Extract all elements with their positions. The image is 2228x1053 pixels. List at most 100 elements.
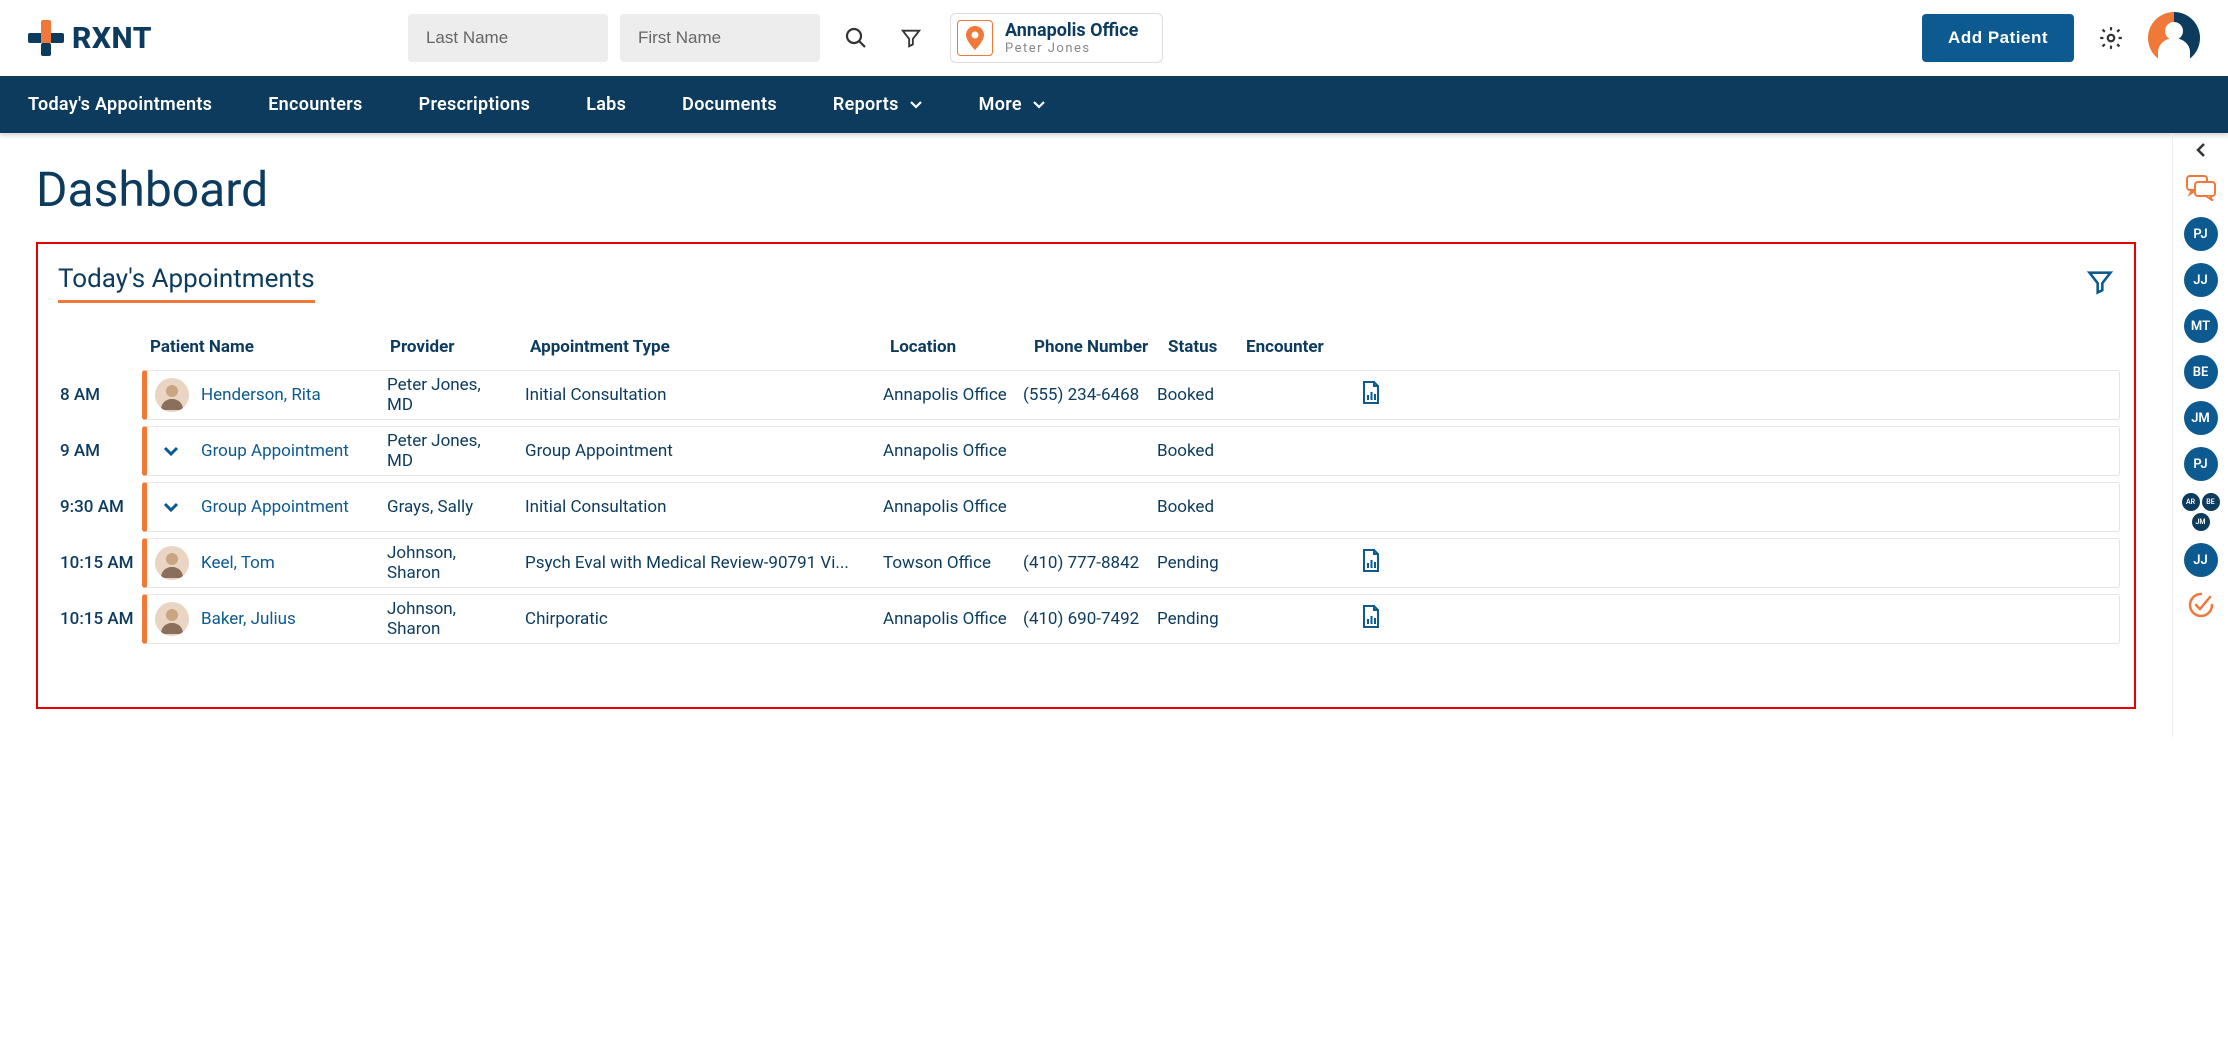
table-row: 9:30 AMGroup AppointmentGrays, SallyInit… bbox=[52, 479, 2120, 535]
gear-icon bbox=[2098, 25, 2124, 51]
first-name-input[interactable] bbox=[620, 14, 820, 62]
plus-icon bbox=[28, 20, 64, 56]
rail-check-button[interactable] bbox=[2187, 591, 2215, 623]
patient-link[interactable]: Henderson, Rita bbox=[201, 385, 321, 405]
encounter-button[interactable] bbox=[1361, 549, 1381, 573]
filter-icon bbox=[2086, 268, 2114, 296]
rail-user-badge[interactable]: JM bbox=[2184, 401, 2218, 435]
appointment-row[interactable]: Henderson, RitaPeter Jones, MDInitial Co… bbox=[142, 370, 2120, 420]
provider-cell: Peter Jones, MD bbox=[379, 431, 517, 471]
chat-icon bbox=[2186, 175, 2216, 201]
status-cell: Booked bbox=[1149, 385, 1227, 405]
location-cell: Towson Office bbox=[875, 553, 1015, 573]
chevron-down-icon bbox=[1032, 98, 1046, 112]
location-pin-box bbox=[957, 20, 993, 56]
status-cell: Pending bbox=[1149, 609, 1227, 629]
nav-labs[interactable]: Labs bbox=[586, 76, 626, 133]
nav-prescriptions[interactable]: Prescriptions bbox=[419, 76, 531, 133]
type-cell: Psych Eval with Medical Review-90791 Vi.… bbox=[517, 553, 875, 573]
rail-user-badge[interactable]: BE bbox=[2184, 355, 2218, 389]
col-provider: Provider bbox=[382, 327, 522, 367]
header-filter-button[interactable] bbox=[892, 19, 930, 57]
rail-mini-group: ARBE JM bbox=[2181, 493, 2221, 531]
patient-avatar bbox=[155, 602, 189, 636]
location-selector[interactable]: Annapolis Office Peter Jones bbox=[950, 13, 1163, 63]
settings-button[interactable] bbox=[2090, 17, 2132, 59]
panel-filter-button[interactable] bbox=[2086, 268, 2114, 299]
appointment-row[interactable]: Baker, JuliusJohnson, SharonChirporaticA… bbox=[142, 594, 2120, 644]
col-encounter: Encounter bbox=[1238, 327, 2120, 367]
chevron-down-icon bbox=[161, 497, 181, 517]
rail-mini-badge[interactable]: BE bbox=[2202, 493, 2220, 511]
rail-collapse-button[interactable] bbox=[2195, 141, 2207, 163]
chevron-left-icon bbox=[2195, 141, 2207, 159]
provider-cell: Grays, Sally bbox=[379, 497, 517, 517]
filter-icon bbox=[900, 27, 922, 49]
search-button[interactable] bbox=[836, 18, 876, 58]
patient-link[interactable]: Group Appointment bbox=[201, 497, 349, 517]
chevron-down-icon bbox=[161, 441, 181, 461]
type-cell: Chirporatic bbox=[517, 609, 875, 629]
rail-user-badge[interactable]: PJ bbox=[2184, 217, 2218, 251]
patient-avatar bbox=[155, 546, 189, 580]
expand-group-button[interactable] bbox=[161, 497, 181, 517]
col-phone: Phone Number bbox=[1026, 327, 1160, 367]
appointment-row[interactable]: Group AppointmentGrays, SallyInitial Con… bbox=[142, 482, 2120, 532]
type-cell: Initial Consultation bbox=[517, 385, 875, 405]
rail-user-badge[interactable]: JJ bbox=[2184, 543, 2218, 577]
rail-user-badge[interactable]: MT bbox=[2184, 309, 2218, 343]
nav-more[interactable]: More bbox=[979, 76, 1046, 133]
rail-user-badge[interactable]: JJ bbox=[2184, 263, 2218, 297]
add-patient-button[interactable]: Add Patient bbox=[1922, 14, 2074, 62]
table-row: 9 AMGroup AppointmentPeter Jones, MDGrou… bbox=[52, 423, 2120, 479]
patient-link[interactable]: Baker, Julius bbox=[201, 609, 296, 629]
last-name-input[interactable] bbox=[408, 14, 608, 62]
page-body: Dashboard Today's Appointments Patient N… bbox=[0, 133, 2228, 737]
nav-reports[interactable]: Reports bbox=[833, 76, 923, 133]
rail-user-badge[interactable]: PJ bbox=[2184, 447, 2218, 481]
chevron-down-icon bbox=[909, 98, 923, 112]
appointment-row[interactable]: Keel, Tom Johnson, SharonPsych Eval with … bbox=[142, 538, 2120, 588]
rail-mini-badge[interactable]: AR bbox=[2182, 493, 2200, 511]
document-icon bbox=[1361, 549, 1381, 573]
document-icon bbox=[1361, 381, 1381, 405]
check-circle-icon bbox=[2187, 591, 2215, 619]
encounter-button[interactable] bbox=[1361, 605, 1381, 629]
status-cell: Booked bbox=[1149, 441, 1227, 461]
header: RXNT Annapolis Office Peter Jones Add Pa… bbox=[0, 0, 2228, 76]
main-nav: Today's Appointments Encounters Prescrip… bbox=[0, 76, 2228, 133]
phone-cell: (410) 777-8842 bbox=[1015, 553, 1149, 573]
nav-more-label: More bbox=[979, 94, 1022, 115]
type-cell: Group Appointment bbox=[517, 441, 875, 461]
appointment-time: 10:15 AM bbox=[52, 591, 142, 647]
appointment-row[interactable]: Group AppointmentPeter Jones, MDGroup Ap… bbox=[142, 426, 2120, 476]
phone-cell: (410) 690-7492 bbox=[1015, 609, 1149, 629]
table-row: 10:15 AM Baker, Julius Johnson, SharonChir… bbox=[52, 591, 2120, 647]
panel-title: Today's Appointments bbox=[58, 264, 315, 303]
user-avatar[interactable] bbox=[2148, 12, 2200, 64]
status-cell: Booked bbox=[1149, 497, 1227, 517]
expand-group-button[interactable] bbox=[161, 441, 181, 461]
patient-link[interactable]: Keel, Tom bbox=[201, 553, 275, 573]
appointment-time: 9:30 AM bbox=[52, 479, 142, 535]
nav-todays-appointments[interactable]: Today's Appointments bbox=[28, 76, 212, 133]
encounter-cell bbox=[1227, 549, 1403, 578]
location-cell: Annapolis Office bbox=[875, 441, 1015, 461]
status-cell: Pending bbox=[1149, 553, 1227, 573]
patient-avatar bbox=[155, 378, 189, 412]
logo[interactable]: RXNT bbox=[28, 20, 152, 56]
provider-cell: Johnson, Sharon bbox=[379, 599, 517, 639]
rail-chat-button[interactable] bbox=[2186, 175, 2216, 205]
encounter-button[interactable] bbox=[1361, 381, 1381, 405]
nav-documents[interactable]: Documents bbox=[682, 76, 777, 133]
nav-encounters[interactable]: Encounters bbox=[268, 76, 362, 133]
col-location: Location bbox=[882, 327, 1026, 367]
patient-link[interactable]: Group Appointment bbox=[201, 441, 349, 461]
table-row: 10:15 AMKeel, TomJohnson, SharonPsych Ev… bbox=[52, 535, 2120, 591]
nav-reports-label: Reports bbox=[833, 94, 899, 115]
location-user: Peter Jones bbox=[1005, 41, 1138, 56]
side-rail: PJJJMTBEJMPJ ARBEJM JJ bbox=[2172, 133, 2228, 737]
page-title: Dashboard bbox=[36, 161, 2136, 218]
rail-mini-badge[interactable]: JM bbox=[2192, 513, 2210, 531]
provider-cell: Johnson, Sharon bbox=[379, 543, 517, 583]
